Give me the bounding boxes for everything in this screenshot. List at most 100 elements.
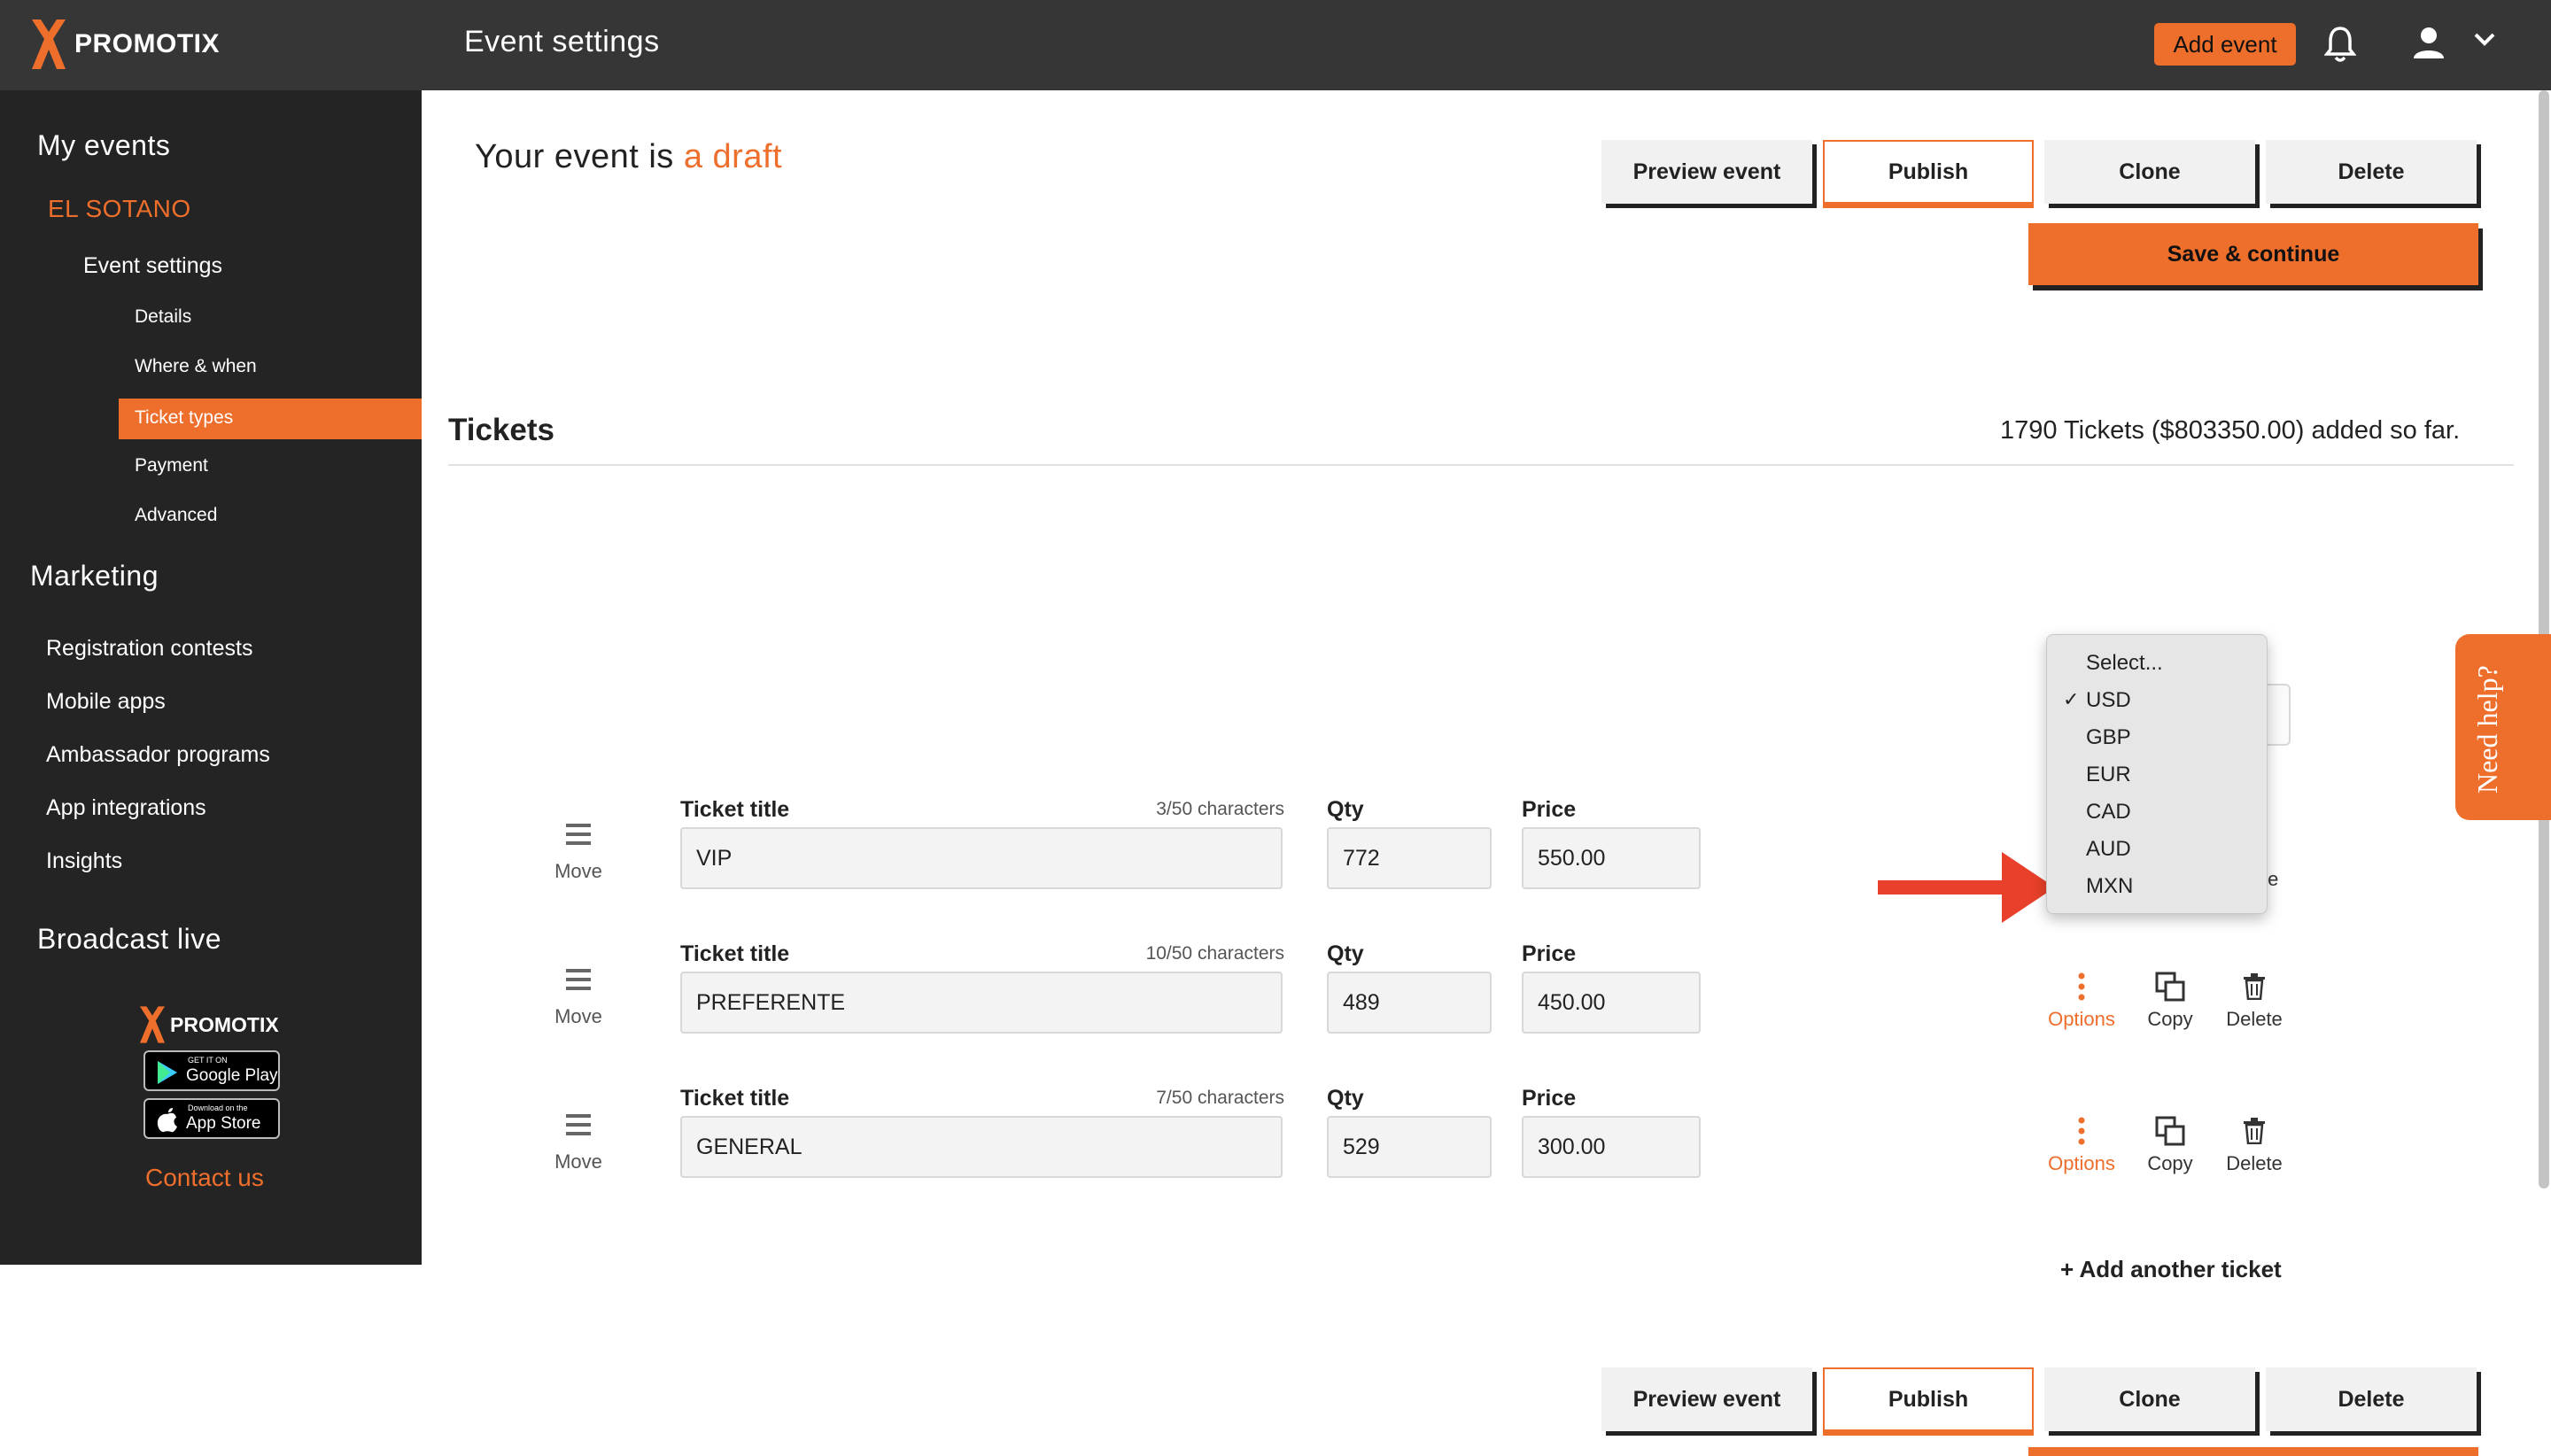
promotix-logo-icon bbox=[140, 1006, 165, 1043]
sidebar-item-mobile-apps[interactable]: Mobile apps bbox=[46, 689, 166, 715]
move-handle[interactable]: Move bbox=[551, 1112, 606, 1173]
page-title: Event settings bbox=[464, 25, 660, 58]
sidebar-item-registration-contests[interactable]: Registration contests bbox=[46, 636, 252, 662]
price-label: Price bbox=[1522, 941, 1577, 966]
copy-label: Copy bbox=[2147, 1152, 2193, 1174]
copy-icon bbox=[2155, 972, 2185, 1002]
top-bar: PROMOTIX Event settings Add event bbox=[0, 0, 2551, 90]
delete-event-button-bottom[interactable]: Delete bbox=[2266, 1367, 2477, 1431]
qty-input[interactable]: 489 bbox=[1327, 972, 1492, 1034]
sidebar-item-ticket-types-label: Ticket types bbox=[135, 407, 234, 428]
drag-handle-icon bbox=[566, 824, 591, 845]
add-another-ticket-label: Add another ticket bbox=[2079, 1256, 2282, 1282]
sidebar-item-insights[interactable]: Insights bbox=[46, 848, 122, 874]
sidebar-item-where-when[interactable]: Where & when bbox=[135, 356, 257, 377]
qty-input[interactable]: 529 bbox=[1327, 1116, 1492, 1178]
status-prefix: Your event is bbox=[475, 138, 674, 175]
delete-ticket-button[interactable]: Delete bbox=[2206, 1113, 2303, 1175]
copy-button[interactable]: Copy bbox=[2135, 969, 2206, 1031]
footer-brand-name: PROMOTIX bbox=[170, 1012, 279, 1036]
sidebar-item-ambassador-programs[interactable]: Ambassador programs bbox=[46, 742, 270, 768]
event-status: Your event is a draft bbox=[475, 138, 782, 176]
ticket-title-input[interactable]: VIP bbox=[680, 827, 1283, 889]
preview-event-button-bottom[interactable]: Preview event bbox=[1601, 1367, 1812, 1431]
currency-option-cad[interactable]: CAD bbox=[2086, 800, 2131, 825]
delete-ticket-button[interactable]: Delete bbox=[2206, 969, 2303, 1031]
publish-button-bottom[interactable]: Publish bbox=[1823, 1367, 2034, 1431]
kebab-icon bbox=[2078, 972, 2085, 1001]
clone-button[interactable]: Clone bbox=[2044, 140, 2255, 204]
currency-option-aud[interactable]: AUD bbox=[2086, 837, 2131, 862]
char-count: 10/50 characters bbox=[1145, 943, 1284, 964]
preview-event-button[interactable]: Preview event bbox=[1601, 140, 1812, 204]
currency-option-mxn[interactable]: MXN bbox=[2086, 874, 2133, 899]
options-button[interactable]: Options bbox=[2028, 1113, 2135, 1175]
sidebar-item-payment[interactable]: Payment bbox=[135, 455, 208, 476]
divider bbox=[448, 464, 2514, 466]
trash-icon bbox=[2244, 973, 2265, 1000]
move-label: Move bbox=[554, 860, 602, 882]
app-store-small-text: Download on the bbox=[188, 1104, 248, 1112]
currency-dropdown[interactable]: Select... ✓ USD GBP EUR CAD AUD MXN bbox=[2046, 634, 2268, 914]
currency-option-gbp[interactable]: GBP bbox=[2086, 725, 2131, 750]
drag-handle-icon bbox=[566, 1114, 591, 1135]
contact-us-link[interactable]: Contact us bbox=[145, 1164, 264, 1192]
google-play-small-text: GET IT ON bbox=[188, 1056, 228, 1065]
row-actions: Options Copy Delete bbox=[2028, 1113, 2303, 1175]
brand-name: PROMOTIX bbox=[74, 29, 221, 58]
bell-icon[interactable] bbox=[2323, 25, 2357, 68]
price-input[interactable]: 300.00 bbox=[1522, 1116, 1701, 1178]
google-play-button[interactable]: GET IT ON Google Play bbox=[143, 1050, 280, 1091]
add-another-ticket-button[interactable]: + Add another ticket bbox=[2060, 1256, 2282, 1283]
sidebar-item-app-integrations[interactable]: App integrations bbox=[46, 795, 206, 821]
sidebar-item-advanced[interactable]: Advanced bbox=[135, 505, 217, 526]
save-continue-button-bottom[interactable] bbox=[2028, 1447, 2478, 1456]
move-handle[interactable]: Move bbox=[551, 967, 606, 1028]
ticket-title-input[interactable]: PREFERENTE bbox=[680, 972, 1283, 1034]
currency-option-select[interactable]: Select... bbox=[2086, 651, 2163, 676]
apple-icon bbox=[157, 1108, 177, 1133]
publish-button[interactable]: Publish bbox=[1823, 140, 2034, 204]
currency-option-eur[interactable]: EUR bbox=[2086, 763, 2131, 787]
price-input[interactable]: 550.00 bbox=[1522, 827, 1701, 889]
row-actions: Options Copy Delete bbox=[2028, 969, 2303, 1031]
copy-icon bbox=[2155, 1116, 2185, 1146]
delete-event-button[interactable]: Delete bbox=[2266, 140, 2477, 204]
app-store-text: App Store bbox=[186, 1114, 261, 1133]
sidebar-my-events[interactable]: My events bbox=[37, 129, 170, 162]
delete-label: Delete bbox=[2226, 1152, 2283, 1174]
add-event-button[interactable]: Add event bbox=[2154, 23, 2296, 66]
ticket-title-label: Ticket title bbox=[680, 941, 790, 966]
qty-input[interactable]: 772 bbox=[1327, 827, 1492, 889]
footer-logo: PROMOTIX bbox=[140, 1006, 279, 1043]
promotix-logo-icon bbox=[32, 19, 66, 69]
copy-button[interactable]: Copy bbox=[2135, 1113, 2206, 1175]
user-icon[interactable] bbox=[2411, 25, 2446, 65]
clone-button-bottom[interactable]: Clone bbox=[2044, 1367, 2255, 1431]
sidebar-item-details[interactable]: Details bbox=[135, 306, 191, 328]
sidebar-event-name[interactable]: EL SOTANO bbox=[48, 195, 191, 223]
save-continue-button[interactable]: Save & continue bbox=[2028, 223, 2478, 285]
checkmark-icon: ✓ bbox=[2063, 688, 2080, 710]
options-button[interactable]: Options bbox=[2028, 969, 2135, 1031]
chevron-down-icon[interactable] bbox=[2473, 32, 2496, 52]
app-store-button[interactable]: Download on the App Store bbox=[143, 1098, 280, 1139]
sidebar-broadcast-live[interactable]: Broadcast live bbox=[37, 923, 221, 956]
sidebar-marketing[interactable]: Marketing bbox=[30, 560, 159, 592]
sidebar-event-settings[interactable]: Event settings bbox=[83, 253, 222, 279]
ticket-title-input[interactable]: GENERAL bbox=[680, 1116, 1283, 1178]
red-arrow-icon bbox=[1878, 852, 2055, 923]
price-input[interactable]: 450.00 bbox=[1522, 972, 1701, 1034]
delete-label: Delete bbox=[2226, 1008, 2283, 1030]
drag-handle-icon bbox=[566, 969, 591, 990]
ticket-title-label: Ticket title bbox=[680, 1086, 790, 1111]
currency-option-usd[interactable]: USD bbox=[2086, 688, 2131, 713]
char-count: 3/50 characters bbox=[1156, 799, 1284, 819]
google-play-text: Google Play bbox=[186, 1066, 278, 1085]
status-draft: a draft bbox=[683, 138, 783, 175]
move-handle[interactable]: Move bbox=[551, 822, 606, 883]
price-label: Price bbox=[1522, 1086, 1577, 1111]
promotix-logo[interactable]: PROMOTIX bbox=[32, 19, 220, 69]
move-label: Move bbox=[554, 1150, 602, 1173]
trash-icon bbox=[2244, 1118, 2265, 1144]
